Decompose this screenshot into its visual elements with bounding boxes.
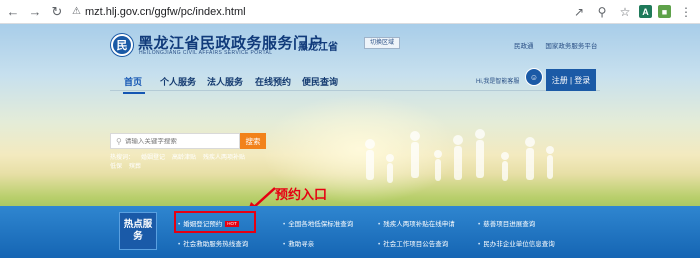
extension-puzzle-icon[interactable]: ■: [658, 5, 671, 18]
hot-link-family-search[interactable]: 救助寻亲: [283, 238, 314, 248]
chatbot-icon[interactable]: ☺: [525, 68, 543, 86]
forward-icon[interactable]: →: [26, 3, 44, 21]
nav-item-query[interactable]: 便民查询: [302, 75, 338, 88]
menu-icon[interactable]: ⋮: [677, 3, 695, 21]
search-button[interactable]: 搜索: [240, 133, 266, 149]
hot-link-social-work-notice[interactable]: 社会工作项目公告查询: [378, 238, 448, 248]
annotation-label: 预约入口: [275, 187, 328, 202]
star-icon[interactable]: ☆: [616, 3, 634, 21]
nav-item-appointment[interactable]: 在线预约: [255, 75, 291, 88]
nav-item-corporate[interactable]: 法人服务: [207, 75, 243, 88]
top-link-mzt[interactable]: 民政通: [514, 43, 534, 50]
site-subtitle: HEILONGJIANG CIVIL AFFAIRS SERVICE PORTA…: [139, 50, 273, 56]
address-bar[interactable]: mzt.hlj.gov.cn/ggfw/pc/index.html: [85, 6, 570, 18]
back-icon[interactable]: ←: [4, 3, 22, 21]
site-logo-icon[interactable]: 民: [111, 34, 133, 56]
nav-item-home[interactable]: 首页: [124, 75, 142, 88]
hot-term[interactable]: 残疾人两项补贴: [203, 155, 245, 161]
zoom-icon[interactable]: ⚲: [593, 3, 611, 21]
hot-search-label: 热搜词：: [110, 155, 135, 161]
search-input[interactable]: [124, 137, 235, 145]
extension-icon[interactable]: A: [639, 5, 652, 18]
active-nav-indicator: [123, 92, 145, 94]
reload-icon[interactable]: ↻: [48, 3, 66, 21]
hot-link-dibao-standard[interactable]: 全国各地低保标准查询: [283, 218, 353, 228]
hot-link-charity-progress[interactable]: 慈善项目进展查询: [478, 218, 535, 228]
hot-link-disability-subsidy[interactable]: 残疾人两项补贴在线申请: [378, 218, 455, 228]
hot-link-private-nonprofit[interactable]: 民办非企业单位信息查询: [478, 238, 555, 248]
hot-term[interactable]: 殡葬: [129, 164, 141, 170]
chatbot-label[interactable]: Hi,我是智能客服: [476, 76, 519, 85]
register-login-button[interactable]: 注册 | 登录: [546, 69, 596, 91]
share-icon[interactable]: ↗: [570, 3, 588, 21]
nav-item-personal[interactable]: 个人服务: [160, 75, 196, 88]
page-banner: 民 黑龙江省民政政务服务门户 HEILONGJIANG CIVIL AFFAIR…: [0, 24, 700, 258]
search-icon: ⚲: [116, 136, 122, 146]
family-silhouette-image: [365, 129, 554, 183]
top-link-national-platform[interactable]: 国家政务服务平台: [545, 43, 597, 50]
hot-services-strip: [0, 206, 700, 258]
hot-link-assistance-hotline[interactable]: 社会救助服务热线查询: [178, 238, 248, 248]
top-links: 民政通 国家政务服务平台: [514, 40, 607, 50]
current-region: 黑龙江省: [298, 42, 338, 53]
highlight-box: [174, 211, 256, 233]
hot-term[interactable]: 高龄津贴: [172, 155, 196, 161]
hot-search-terms: 热搜词： 婚姻登记 高龄津贴 残疾人两项补贴低保 殡葬: [110, 154, 270, 172]
search-box: ⚲: [110, 133, 240, 149]
hot-term[interactable]: 低保: [110, 164, 122, 170]
hot-services-badge: 热点服务: [119, 212, 157, 250]
hot-term[interactable]: 婚姻登记: [141, 155, 165, 161]
switch-region-button[interactable]: 切换区域: [364, 37, 401, 49]
security-info-icon[interactable]: ⚠: [72, 6, 81, 17]
browser-toolbar: ← → ↻ ⚠ mzt.hlj.gov.cn/ggfw/pc/index.htm…: [0, 0, 700, 24]
